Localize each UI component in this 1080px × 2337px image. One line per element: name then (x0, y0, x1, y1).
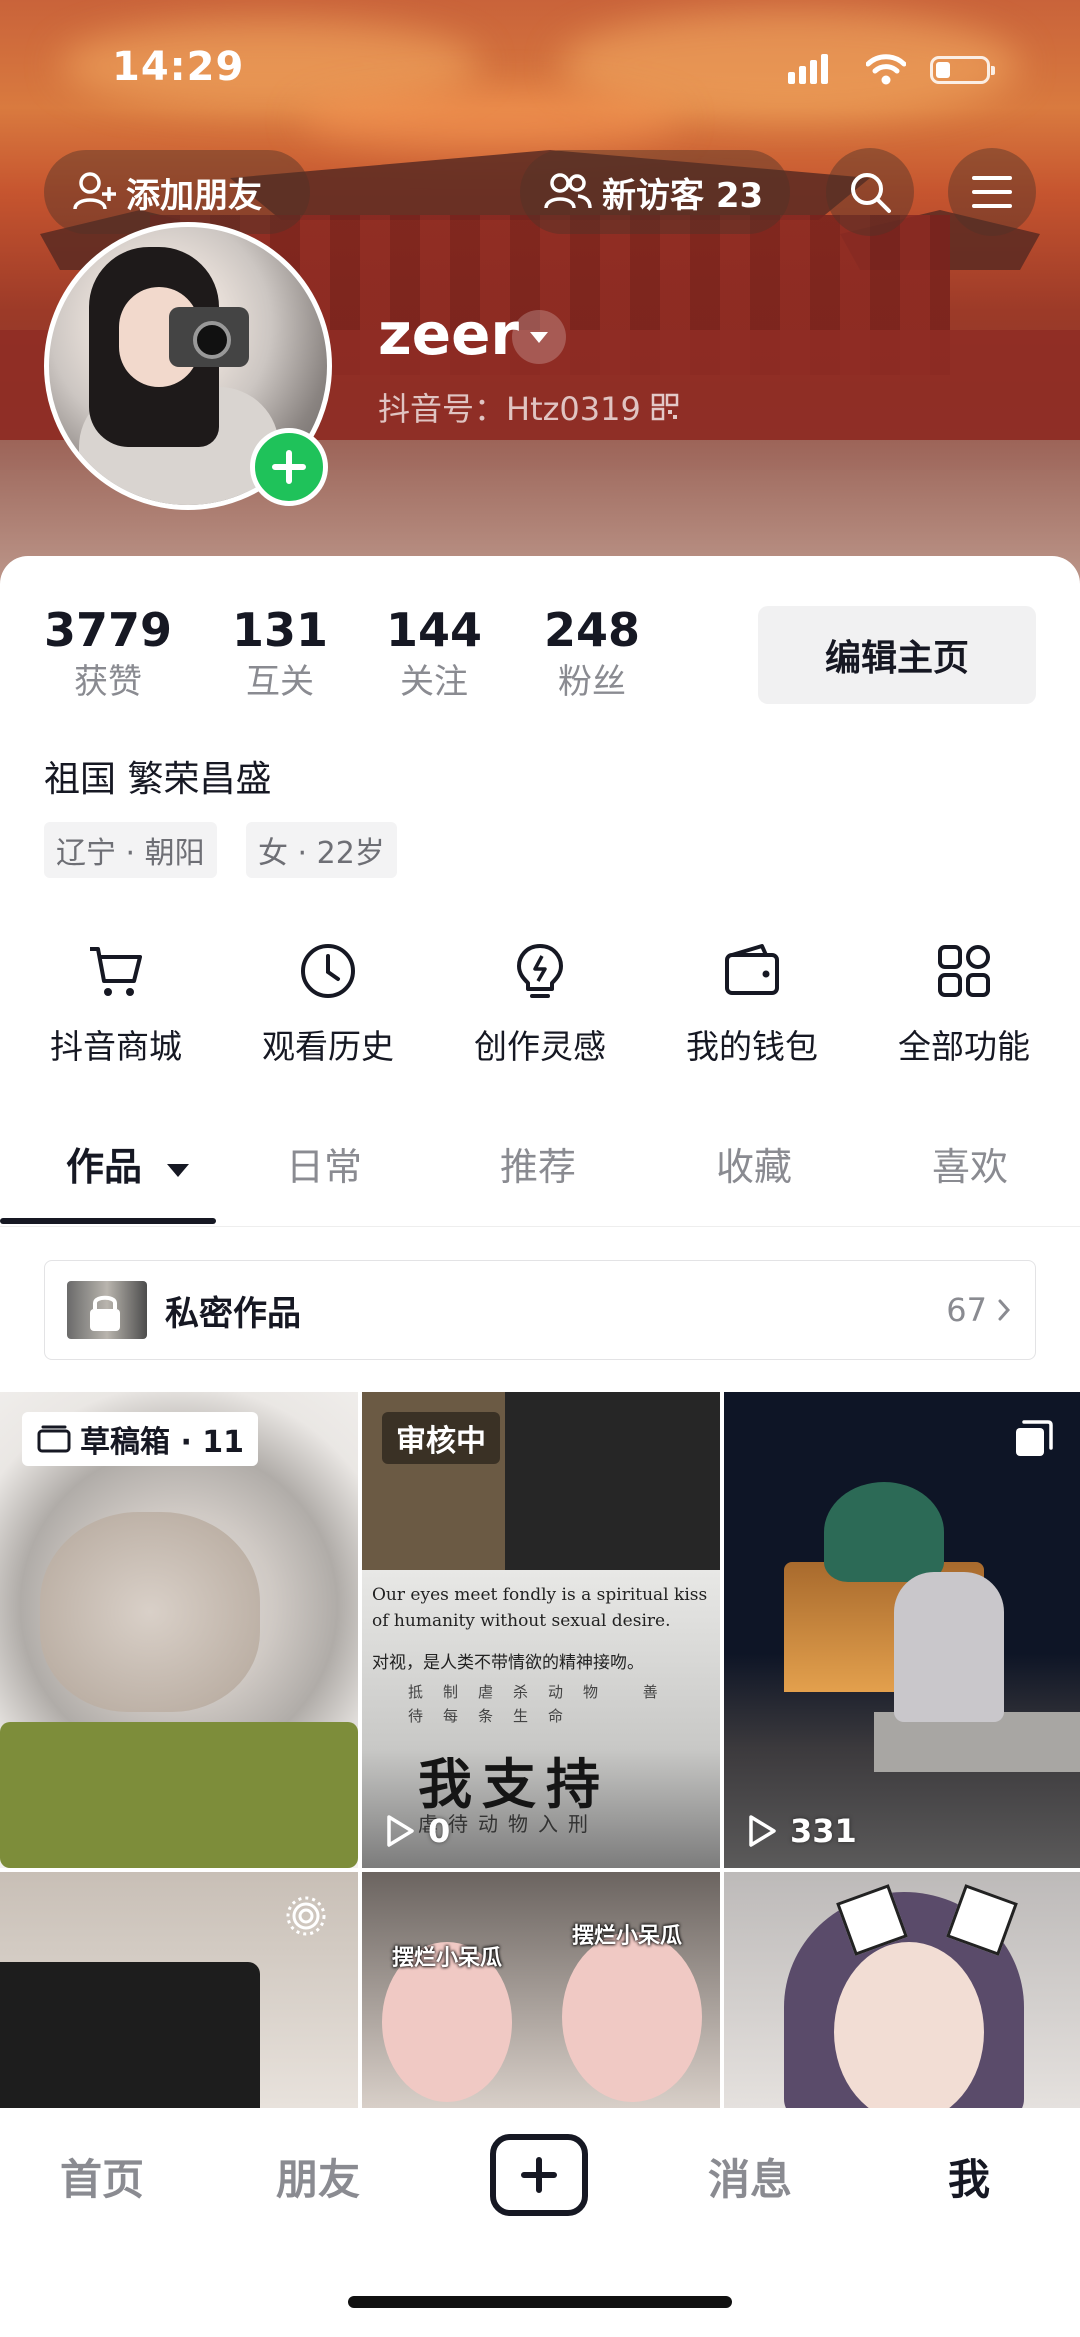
add-friend-label: 添加朋友 (126, 175, 262, 216)
plus-icon (521, 2157, 557, 2193)
nav-home[interactable]: 首页 (60, 2146, 144, 2207)
new-visitors-label: 新访客 23 (602, 175, 764, 216)
bulb-icon (517, 944, 563, 998)
status-bar: 14:29 (0, 0, 1080, 140)
review-badge: 审核中 (382, 1412, 500, 1464)
video-thumbnail-drafts[interactable]: 草稿箱 · 11 (0, 1392, 358, 1868)
video-thumbnail-desk[interactable] (0, 1872, 358, 2108)
search-icon (851, 173, 891, 213)
nav-me[interactable]: 我 (948, 2146, 990, 2207)
add-friend-icon (73, 172, 116, 210)
tab-daily[interactable]: 日常 (286, 1136, 362, 1191)
stat-mutual-value: 131 (232, 603, 329, 657)
private-works-row[interactable]: 私密作品 67 (44, 1260, 1036, 1360)
edit-profile-button[interactable]: 编辑主页 (758, 606, 1036, 704)
stat-likes-value: 3779 (44, 603, 173, 657)
wifi-icon (866, 54, 906, 85)
username: zeer (378, 300, 520, 368)
tab-works-label: 作品 (66, 1145, 143, 1189)
private-works-label: 私密作品 (165, 1293, 301, 1334)
caret-down-icon (530, 332, 548, 343)
drafts-label: 草稿箱 · 11 (80, 1425, 245, 1460)
post-small-text: 抵制虐杀动物 善待每条生命 (408, 1683, 678, 1725)
play-icon (749, 1815, 776, 1847)
visitors-icon (544, 173, 592, 209)
bio: 祖国 繁荣昌盛 (44, 759, 272, 800)
chevron-right-icon (998, 1299, 1011, 1321)
stat-following[interactable]: 144 关注 (386, 602, 482, 706)
douyin-id[interactable]: 抖音号：Htz0319 (378, 384, 679, 430)
stat-likes[interactable]: 3779 获赞 (44, 602, 172, 706)
tab-favorites[interactable]: 收藏 (716, 1136, 792, 1191)
draft-box-icon (37, 1425, 71, 1453)
nav-friends[interactable]: 朋友 (276, 2146, 360, 2207)
drafts-badge: 草稿箱 · 11 (22, 1412, 259, 1466)
stat-mutual-label: 互关 (246, 662, 315, 702)
stat-following-value: 144 (386, 603, 483, 657)
function-shop[interactable]: 抖音商城 (16, 936, 216, 1068)
live-photo-icon (286, 1896, 326, 1936)
stat-following-label: 关注 (400, 662, 469, 702)
function-inspiration[interactable]: 创作灵感 (440, 936, 640, 1068)
function-history-label: 观看历史 (262, 1027, 394, 1066)
play-count-value: 331 (790, 1812, 857, 1850)
tab-indicator (0, 1218, 216, 1224)
clock-icon (301, 944, 355, 998)
stat-followers-value: 248 (544, 603, 641, 657)
multi-image-icon (1016, 1420, 1053, 1456)
private-works-count: 67 (946, 1291, 1011, 1329)
wallet-icon (725, 944, 779, 995)
sticker-text-right: 摆烂小呆瓜 (572, 1924, 683, 1949)
qr-code-icon[interactable] (651, 393, 679, 421)
nav-messages[interactable]: 消息 (708, 2146, 792, 2207)
private-works-count-value: 67 (946, 1291, 987, 1329)
video-thumbnail-filter[interactable]: 摆烂小呆瓜 摆烂小呆瓜 (362, 1872, 720, 2108)
menu-button[interactable] (948, 148, 1036, 236)
menu-icon (972, 176, 1012, 208)
tab-likes[interactable]: 喜欢 (932, 1136, 1008, 1191)
function-wallet-label: 我的钱包 (686, 1027, 818, 1066)
account-switch-button[interactable] (512, 310, 566, 364)
battery-icon (930, 56, 995, 84)
play-count-value: 0 (428, 1812, 451, 1850)
cart-icon (90, 947, 142, 996)
gender-age-tag: 女 · 22岁 (246, 822, 397, 878)
play-count: 331 (746, 1812, 857, 1850)
location-tag: 辽宁 · 朝阳 (44, 822, 217, 878)
stat-followers-label: 粉丝 (558, 662, 627, 702)
video-thumbnail-portrait[interactable] (724, 1872, 1080, 2108)
stat-likes-label: 获赞 (74, 662, 143, 702)
private-works-thumbnail (67, 1281, 147, 1339)
post-english-text: Our eyes meet fondly is a spiritual kiss… (372, 1585, 708, 1631)
video-thumbnail-review[interactable]: Our eyes meet fondly is a spiritual kiss… (362, 1392, 720, 1868)
play-count: 0 (384, 1812, 450, 1850)
lock-icon (90, 1295, 120, 1331)
caret-down-icon (167, 1164, 190, 1177)
function-shop-label: 抖音商城 (50, 1027, 182, 1066)
search-button[interactable] (826, 148, 914, 236)
cellular-signal-icon (788, 54, 832, 84)
tab-works[interactable]: 作品 (66, 1136, 191, 1191)
post-chinese-text: 对视，是人类不带情欲的精神接吻。 (372, 1653, 644, 1673)
sticker-text-left: 摆烂小呆瓜 (392, 1946, 503, 1971)
function-wallet[interactable]: 我的钱包 (652, 936, 852, 1068)
tab-recommend[interactable]: 推荐 (500, 1136, 576, 1191)
plus-icon (272, 450, 306, 484)
content-tabs: 作品 日常 推荐 收藏 喜欢 (0, 1096, 1080, 1227)
play-icon (387, 1815, 414, 1847)
stat-mutual[interactable]: 131 互关 (232, 602, 328, 706)
new-visitors-button[interactable]: 新访客 23 (520, 150, 790, 234)
home-indicator (348, 2296, 732, 2308)
stat-followers[interactable]: 248 粉丝 (544, 602, 640, 706)
grid-icon (938, 945, 990, 997)
avatar-add-button[interactable] (250, 428, 328, 506)
video-thumbnail-church[interactable]: 331 (724, 1392, 1080, 1868)
function-all-label: 全部功能 (898, 1027, 1030, 1066)
status-time: 14:29 (112, 44, 245, 90)
function-inspiration-label: 创作灵感 (474, 1027, 606, 1066)
douyin-id-text: 抖音号：Htz0319 (378, 390, 641, 428)
create-button[interactable] (490, 2134, 588, 2216)
function-all[interactable]: 全部功能 (864, 936, 1064, 1068)
function-history[interactable]: 观看历史 (228, 936, 428, 1068)
